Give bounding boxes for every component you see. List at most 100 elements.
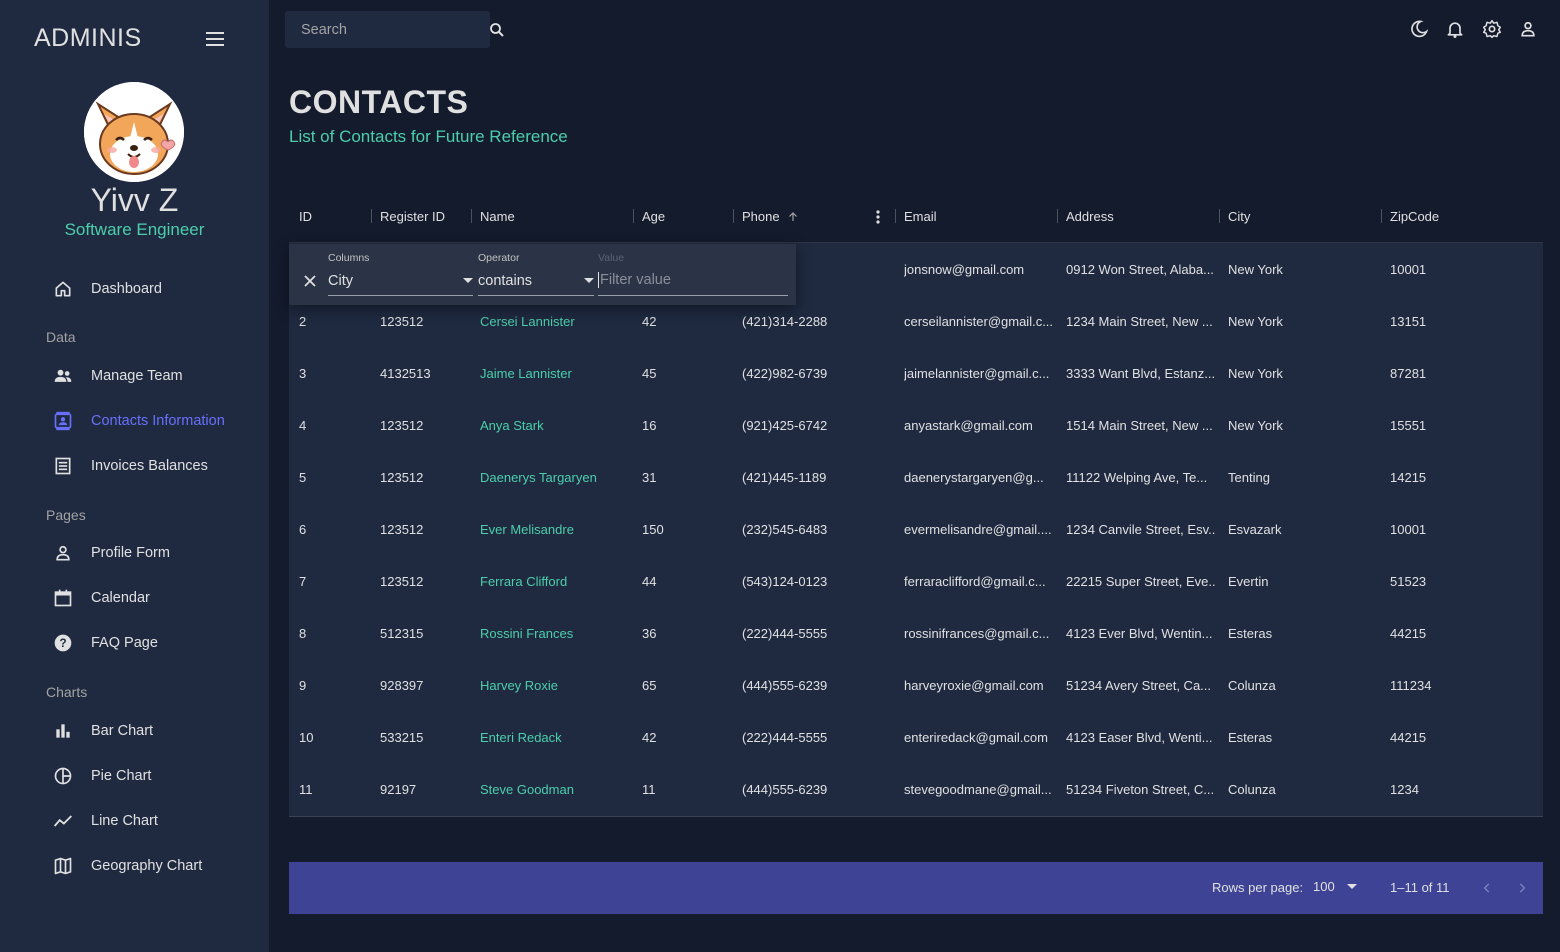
table-row[interactable]: 9 928397 Harvey Roxie 65 (444)555-6239 harvey… — [289, 659, 1543, 711]
cell-id: 5 — [299, 469, 307, 485]
sidebar-item-pie-chart[interactable]: Pie Chart — [52, 761, 151, 791]
table-row[interactable]: 8 512315 Rossini Frances 36 (222)444-5555 ros… — [289, 607, 1543, 659]
sidebar-item-geography-chart[interactable]: Geography Chart — [52, 851, 202, 881]
calendar-icon — [52, 587, 74, 609]
map-icon — [52, 855, 74, 877]
column-separator[interactable] — [633, 209, 634, 223]
column-header-name[interactable]: Name — [480, 190, 515, 243]
cell-city: Tenting — [1228, 469, 1270, 485]
cell-city: Esvazark — [1228, 521, 1282, 537]
cell-phone: (222)444-5555 — [742, 625, 828, 641]
filter-value-field: Value — [598, 252, 788, 296]
sidebar-item-profile-form[interactable]: Profile Form — [52, 538, 170, 568]
cell-id: 7 — [299, 573, 307, 589]
cell-phone: (543)124-0123 — [742, 573, 828, 589]
filter-operator-label: Operator — [478, 252, 520, 264]
filter-column-select[interactable]: Columns City — [328, 252, 473, 296]
filter-operator-select[interactable]: Operator contains — [478, 252, 594, 296]
cell-address: 1234 Canvile Street, Esv... — [1066, 521, 1216, 537]
cell-name: Ferrara Clifford — [480, 573, 568, 589]
sidebar-item-dashboard[interactable]: Dashboard — [52, 274, 162, 304]
sidebar-item-invoices-balances[interactable]: Invoices Balances — [52, 451, 208, 481]
cell-id: 11 — [299, 781, 313, 797]
sidebar-item-label: Dashboard — [91, 281, 162, 297]
cell-email: enteriredack@gmail.com — [904, 729, 1048, 745]
line-chart-icon — [52, 810, 74, 832]
column-separator[interactable] — [1381, 209, 1382, 223]
column-header-id[interactable]: ID — [299, 190, 312, 243]
settings-icon[interactable] — [1481, 18, 1503, 40]
cell-age: 65 — [642, 677, 657, 693]
column-header-address[interactable]: Address — [1066, 190, 1114, 243]
table-row[interactable]: 10 533215 Enteri Redack 42 (222)444-5555 ente… — [289, 711, 1543, 763]
dark-mode-icon[interactable] — [1408, 18, 1430, 40]
previous-page-icon[interactable] — [1475, 876, 1499, 900]
column-header-age[interactable]: Age — [642, 190, 665, 243]
cell-zipcode: 1234 — [1390, 781, 1419, 797]
sidebar-item-label: Profile Form — [91, 545, 170, 561]
help-icon: ? — [52, 632, 74, 654]
search-input[interactable] — [285, 21, 488, 38]
next-page-icon[interactable] — [1510, 876, 1534, 900]
cell-name: Anya Stark — [480, 417, 544, 433]
table-row[interactable]: 7 123512 Ferrara Clifford 44 (543)124-0123 fe… — [289, 555, 1543, 607]
notifications-icon[interactable] — [1444, 18, 1466, 40]
cell-city: New York — [1228, 261, 1283, 277]
sidebar-item-contacts-information[interactable]: Contacts Information — [52, 406, 225, 436]
table-row[interactable]: 3 4132513 Jaime Lannister 45 (422)982-6739 ja… — [289, 347, 1543, 399]
cell-register-id: 512315 — [380, 625, 424, 641]
sidebar-item-label: Line Chart — [91, 813, 158, 829]
sidebar-item-line-chart[interactable]: Line Chart — [52, 806, 158, 836]
cell-address: 4123 Ever Blvd, Wentin... — [1066, 625, 1213, 641]
cell-phone: (222)444-5555 — [742, 729, 828, 745]
column-separator[interactable] — [1219, 209, 1220, 223]
column-header-email[interactable]: Email — [904, 190, 937, 243]
sidebar-item-manage-team[interactable]: Manage Team — [52, 361, 183, 391]
chevron-down-icon — [584, 278, 594, 283]
cell-address: 51234 Avery Street, Ca... — [1066, 677, 1212, 693]
cell-age: 42 — [642, 729, 657, 745]
column-header-zipcode[interactable]: ZipCode — [1390, 190, 1439, 243]
column-menu-icon[interactable] — [876, 190, 880, 243]
column-separator[interactable] — [733, 209, 734, 223]
cell-zipcode: 44215 — [1390, 625, 1427, 641]
sidebar-item-faq-page[interactable]: ? FAQ Page — [52, 628, 158, 658]
cell-phone: (421)445-1189 — [742, 469, 827, 485]
column-separator[interactable] — [371, 209, 372, 223]
column-separator[interactable] — [471, 209, 472, 223]
menu-icon[interactable] — [204, 28, 226, 50]
cell-name: Harvey Roxie — [480, 677, 559, 693]
column-separator[interactable] — [1057, 209, 1058, 223]
sidebar-item-calendar[interactable]: Calendar — [52, 583, 150, 613]
filter-value-input[interactable] — [598, 272, 788, 288]
column-header-city[interactable]: City — [1228, 190, 1250, 243]
sidebar-item-label: Calendar — [91, 590, 150, 606]
table-row[interactable]: 6 123512 Ever Melisandre 150 (232)545-6483 ev… — [289, 503, 1543, 555]
cell-email: rossinifrances@gmail.c... — [904, 625, 1050, 641]
search-icon[interactable] — [488, 11, 506, 48]
column-separator[interactable] — [895, 209, 896, 223]
cell-phone: (444)555-6239 — [742, 781, 828, 797]
rows-per-page-label: Rows per page: — [1212, 880, 1304, 895]
user-name: Yivv Z — [90, 182, 179, 218]
sort-ascending-icon[interactable] — [787, 211, 799, 223]
table-row[interactable]: 5 123512 Daenerys Targaryen 31 (421)445-1189… — [289, 451, 1543, 503]
cell-register-id: 4132513 — [380, 365, 431, 381]
cell-age: 150 — [642, 521, 664, 537]
cell-address: 3333 Want Blvd, Estanz... — [1066, 365, 1216, 381]
close-icon[interactable] — [301, 272, 319, 290]
cell-city: Esteras — [1228, 729, 1273, 745]
user-icon[interactable] — [1517, 18, 1539, 40]
rows-per-page-select[interactable]: 100 — [1313, 879, 1357, 894]
cell-zipcode: 87281 — [1390, 365, 1427, 381]
cell-email: jaimelannister@gmail.c... — [904, 365, 1050, 381]
cell-id: 6 — [299, 521, 307, 537]
app-brand: ADMINIS — [34, 24, 142, 52]
cell-address: 22215 Super Street, Eve... — [1066, 573, 1216, 589]
sidebar-item-bar-chart[interactable]: Bar Chart — [52, 716, 153, 746]
table-row[interactable]: 4 123512 Anya Stark 16 (921)425-6742 anyastar… — [289, 399, 1543, 451]
column-header-phone[interactable]: Phone — [742, 190, 799, 243]
table-row[interactable]: 11 92197 Steve Goodman 11 (444)555-6239 steve… — [289, 763, 1543, 815]
cell-address: 4123 Easer Blvd, Wenti... — [1066, 729, 1213, 745]
column-header-register-id[interactable]: Register ID — [380, 190, 445, 243]
